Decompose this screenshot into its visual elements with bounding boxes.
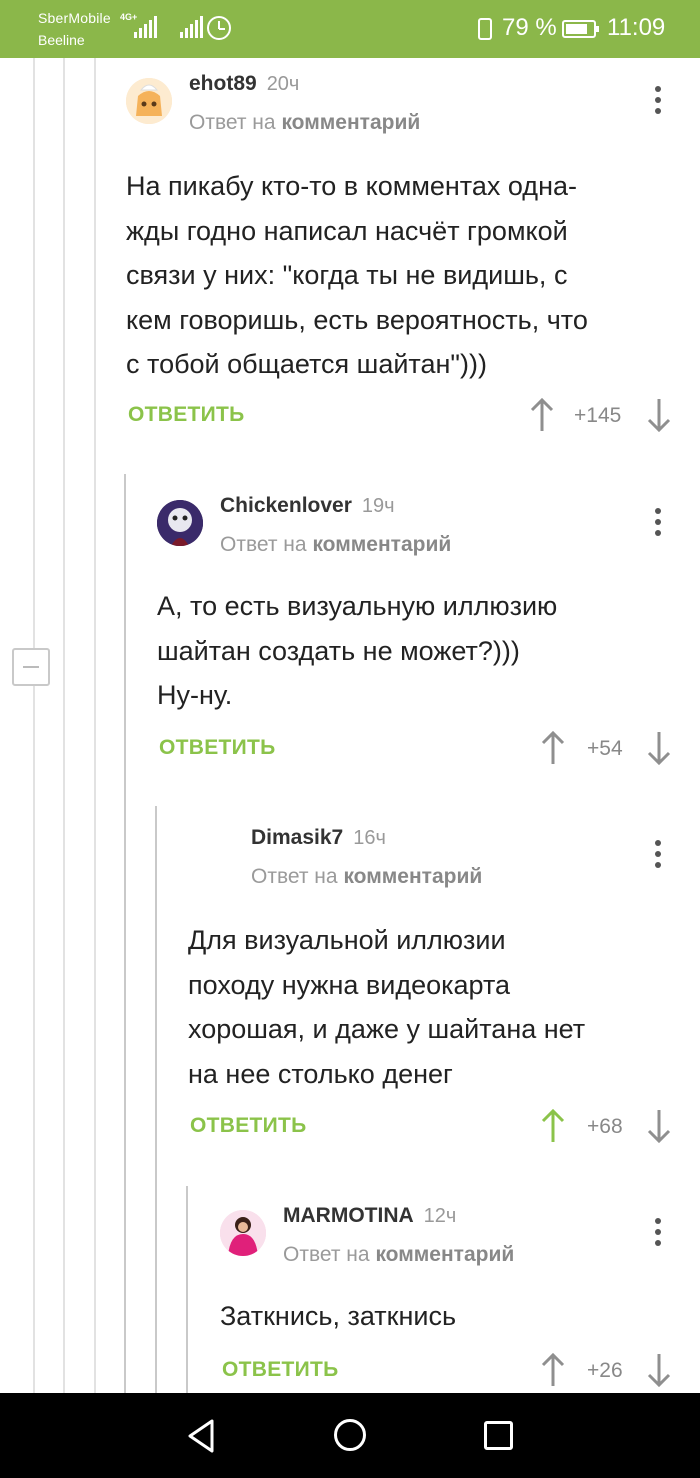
downvote-icon[interactable] <box>646 398 672 432</box>
reply-to: Ответ на комментарий <box>220 533 452 556</box>
thread-line <box>186 1186 188 1393</box>
avatar[interactable] <box>220 1210 266 1256</box>
reply-button[interactable]: ОТВЕТИТЬ <box>190 1114 307 1138</box>
reply-to-link[interactable]: комментарий <box>312 533 451 556</box>
comment-time: 20ч <box>266 73 300 95</box>
comment-time: 12ч <box>423 1205 457 1227</box>
reply-to: Ответ на комментарий <box>283 1243 515 1266</box>
comment-text: На пикабу кто-то в комментах одна- жды г… <box>126 171 588 379</box>
back-icon[interactable] <box>186 1418 216 1454</box>
rating: +145 <box>574 404 622 427</box>
thread-line <box>33 58 35 1393</box>
vibrate-icon <box>478 18 492 40</box>
username[interactable]: Chickenlover 19ч <box>220 494 395 518</box>
downvote-icon[interactable] <box>646 1353 672 1387</box>
comment: Dimasik7 16ч Ответ на комментарий Для виз… <box>188 826 688 1152</box>
reply-to: Ответ на комментарий <box>189 111 421 134</box>
downvote-icon[interactable] <box>646 1109 672 1143</box>
username[interactable]: MARMOTINA 12ч <box>283 1204 456 1228</box>
upvote-icon[interactable] <box>529 398 555 432</box>
downvote-icon[interactable] <box>646 731 672 765</box>
collapse-thread-button[interactable] <box>12 648 50 686</box>
reply-button[interactable]: ОТВЕТИТЬ <box>128 403 245 427</box>
battery-level <box>566 24 587 34</box>
more-options-icon[interactable] <box>654 508 662 536</box>
comment: ehot89 20ч Ответ на комментарий На пикабу… <box>126 72 686 438</box>
thread-line <box>63 58 65 1393</box>
comment-time: 16ч <box>353 827 386 849</box>
reply-to-link[interactable]: комментарий <box>343 865 482 888</box>
signal-icon <box>180 16 203 38</box>
upvote-icon[interactable] <box>540 731 566 765</box>
rating: +68 <box>587 1115 623 1138</box>
alarm-icon <box>207 16 231 40</box>
signal-icon <box>134 16 157 38</box>
avatar[interactable] <box>157 500 203 546</box>
status-bar: SberMobile Beeline 4G+ 79 % 11:09 <box>0 0 700 58</box>
comment-time: 19ч <box>361 495 395 517</box>
username[interactable]: Dimasik7 16ч <box>251 826 386 850</box>
more-options-icon[interactable] <box>654 840 662 868</box>
avatar[interactable] <box>126 78 172 124</box>
comment: Chickenlover 19ч Ответ на комментарий А, … <box>157 494 687 780</box>
rating: +26 <box>587 1359 623 1382</box>
comment-text: А, то есть визуальную иллюзию шайтан соз… <box>157 591 558 710</box>
comment-text: Для визуальной иллюзии походу нужна виде… <box>188 925 586 1089</box>
reply-button[interactable]: ОТВЕТИТЬ <box>159 736 276 760</box>
reply-to-link[interactable]: комментарий <box>281 111 420 134</box>
upvote-icon[interactable] <box>540 1353 566 1387</box>
battery-percent: 79 % <box>502 14 557 41</box>
recent-apps-icon[interactable] <box>484 1421 513 1450</box>
rating: +54 <box>587 737 623 760</box>
reply-to-link[interactable]: комментарий <box>375 1243 514 1266</box>
username[interactable]: ehot89 20ч <box>189 72 299 96</box>
thread-line <box>94 58 96 1393</box>
carrier-primary: SberMobile <box>38 10 111 26</box>
more-options-icon[interactable] <box>654 1218 662 1246</box>
comment: MARMOTINA 12ч Ответ на комментарий Заткни… <box>220 1204 690 1393</box>
clock: 11:09 <box>607 14 666 41</box>
home-icon[interactable] <box>334 1419 366 1451</box>
comment-text: Заткнись, заткнись <box>220 1301 457 1331</box>
reply-to: Ответ на комментарий <box>251 865 483 888</box>
thread-line <box>155 806 157 1393</box>
upvote-icon[interactable] <box>540 1109 566 1143</box>
carrier-secondary: Beeline <box>38 32 85 48</box>
battery-icon <box>562 20 599 38</box>
thread-line <box>124 474 126 1393</box>
more-options-icon[interactable] <box>654 86 662 114</box>
reply-button[interactable]: ОТВЕТИТЬ <box>222 1358 339 1382</box>
